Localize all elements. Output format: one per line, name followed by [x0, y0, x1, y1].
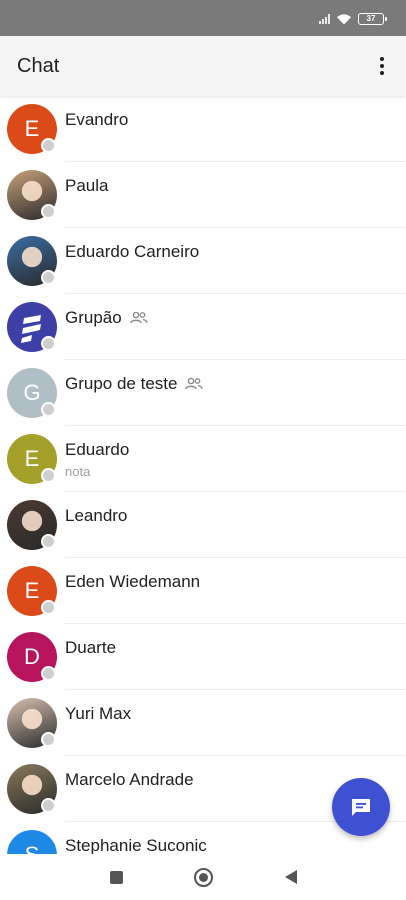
status-icons: 37: [319, 13, 387, 25]
avatar-initial: S: [25, 842, 40, 854]
presence-indicator: [41, 732, 56, 747]
avatar-initial: E: [24, 578, 40, 603]
chat-name: Yuri Max: [65, 704, 131, 724]
signal-icon: [319, 14, 330, 24]
chat-list-item[interactable]: Yuri Max: [0, 690, 406, 756]
chat-name: Eduardo: [65, 440, 129, 460]
chat-list-item[interactable]: E Eden Wiedemann: [0, 558, 406, 624]
status-bar: 37: [0, 0, 406, 36]
chat-name: Duarte: [65, 638, 116, 658]
avatar-initial: G: [23, 380, 41, 405]
chat-name: Eduardo Carneiro: [65, 242, 199, 262]
chat-name: Leandro: [65, 506, 127, 526]
chat-name: Grupo de teste: [65, 374, 204, 394]
presence-indicator: [41, 204, 56, 219]
chat-name-text: Eduardo: [65, 440, 130, 459]
app-bar: Chat: [0, 36, 406, 96]
chat-name: Marcelo Andrade: [65, 770, 194, 790]
avatar: S: [7, 830, 57, 854]
chat-name-text: Marcelo Andrade: [65, 770, 194, 789]
chat-list-item[interactable]: D Duarte: [0, 624, 406, 690]
chat-name-text: Stephanie Suconic: [65, 836, 207, 854]
presence-indicator: [41, 600, 56, 615]
presence-indicator: [41, 666, 56, 681]
battery-level: 37: [366, 14, 376, 23]
chat-list-item[interactable]: E Evandro: [0, 96, 406, 162]
chat-name-text: Eduardo Carneiro: [65, 242, 200, 261]
circle-icon[interactable]: [192, 866, 214, 888]
system-nav-bar: [0, 854, 406, 900]
chat-name-text: Grupão: [65, 308, 122, 327]
chat-name-text: Yuri Max: [65, 704, 132, 723]
chat-list-item[interactable]: Paula: [0, 162, 406, 228]
presence-indicator: [41, 798, 56, 813]
chat-list[interactable]: E Evandro Paula Eduardo Carneiro Grupão G Grup…: [0, 96, 406, 854]
square-icon[interactable]: [105, 866, 127, 888]
chat-list-item[interactable]: E Eduardo nota: [0, 426, 406, 492]
presence-indicator: [41, 402, 56, 417]
chat-list-item[interactable]: Eduardo Carneiro: [0, 228, 406, 294]
avatar-initial: E: [24, 116, 40, 141]
presence-indicator: [41, 534, 56, 549]
chat-name-text: Grupo de teste: [65, 374, 178, 393]
chat-list-item[interactable]: Grupão: [0, 294, 406, 360]
chat-name: Grupão: [65, 308, 148, 328]
triangle-back-icon[interactable]: [280, 866, 302, 888]
more-vert-icon[interactable]: [370, 52, 394, 80]
chat-name: Paula: [65, 176, 108, 196]
chat-name-text: Leandro: [65, 506, 128, 525]
chat-name-text: Duarte: [65, 638, 117, 657]
chat-bubble-icon: [352, 799, 370, 816]
chat-list-item[interactable]: G Grupo de teste: [0, 360, 406, 426]
presence-indicator: [41, 138, 56, 153]
chat-name: Evandro: [65, 110, 128, 130]
chat-list-item[interactable]: Leandro: [0, 492, 406, 558]
presence-indicator: [41, 336, 56, 351]
group-icon: [130, 311, 148, 325]
chat-name-text: Evandro: [65, 110, 129, 129]
avatar-initial: E: [24, 446, 40, 471]
chat-name-text: Eden Wiedemann: [65, 572, 201, 591]
battery-icon: 37: [358, 13, 387, 25]
chat-subtitle: nota: [65, 464, 91, 479]
chat-name-text: Paula: [65, 176, 109, 195]
presence-indicator: [41, 270, 56, 285]
chat-name: Stephanie Suconic: [65, 836, 207, 854]
page-title: Chat: [17, 55, 60, 77]
group-icon: [185, 377, 204, 391]
chat-name: Eden Wiedemann: [65, 572, 200, 592]
presence-indicator: [41, 468, 56, 483]
avatar-initial: D: [24, 644, 40, 669]
wifi-icon: [337, 14, 351, 25]
new-chat-button[interactable]: [332, 778, 390, 836]
